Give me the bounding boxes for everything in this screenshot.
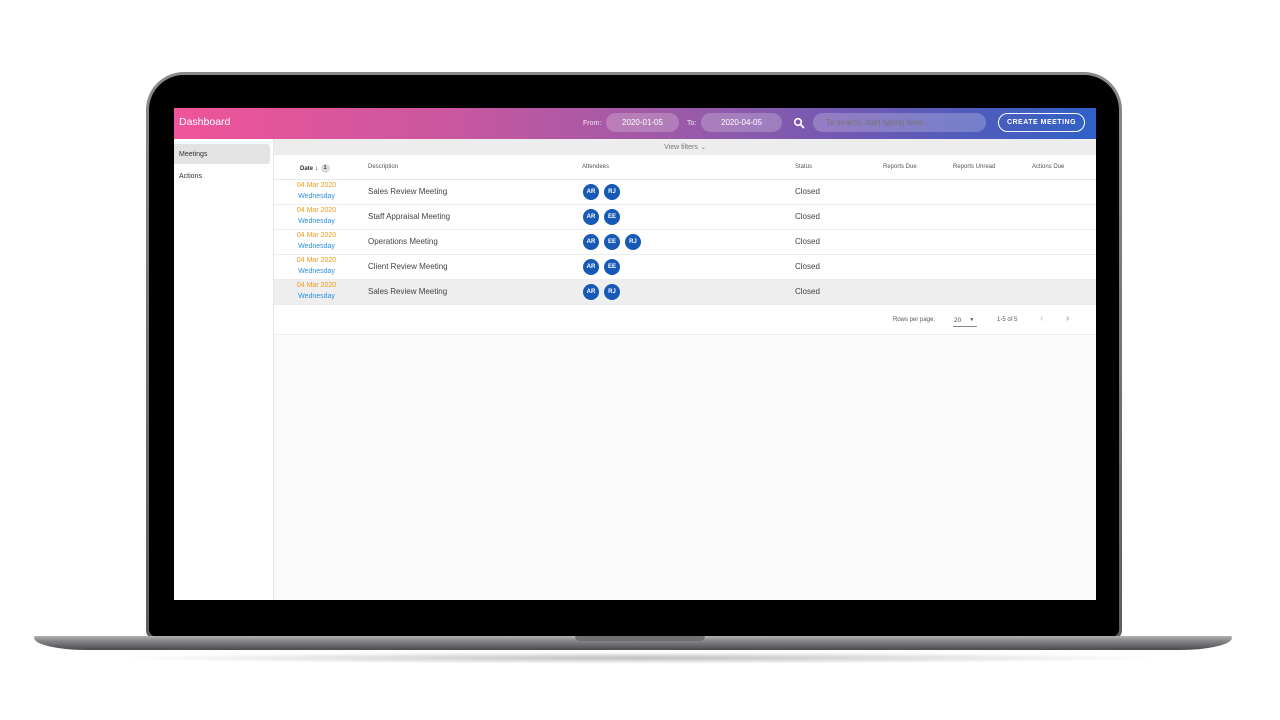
meeting-status: Closed xyxy=(795,187,820,196)
rows-per-page-label: Rows per page: xyxy=(893,317,936,323)
next-page-button[interactable]: › xyxy=(1066,313,1069,324)
search-input[interactable] xyxy=(813,113,986,132)
meeting-description: Operations Meeting xyxy=(368,237,438,246)
date-cell: 04 Mar 2020 Wednesday xyxy=(274,181,359,202)
date-cell: 04 Mar 2020 Wednesday xyxy=(274,256,359,277)
caret-down-icon: ▼ xyxy=(969,317,975,323)
column-header-status[interactable]: Status xyxy=(795,164,812,170)
attendees-cell: AR EE xyxy=(583,209,625,225)
sort-down-arrow-icon: ↓ xyxy=(315,165,319,173)
meeting-description: Sales Review Meeting xyxy=(368,187,448,196)
column-header-actions-due[interactable]: Actions Due xyxy=(1032,164,1064,170)
attendee-avatar[interactable]: RJ xyxy=(625,234,641,250)
meeting-status: Closed xyxy=(795,212,820,221)
attendee-avatar[interactable]: AR xyxy=(583,284,599,300)
chevron-down-icon: ⌄ xyxy=(700,144,706,151)
column-header-attendees[interactable]: Attendees xyxy=(582,164,609,170)
laptop-notch xyxy=(575,636,705,641)
date-cell: 04 Mar 2020 Wednesday xyxy=(274,281,359,302)
meeting-weekday: Wednesday xyxy=(298,267,335,275)
meeting-date: 04 Mar 2020 xyxy=(296,257,337,264)
attendee-avatar[interactable]: AR xyxy=(583,209,599,225)
table-row[interactable]: 04 Mar 2020 Wednesday Sales Review Meeting… xyxy=(274,180,1096,205)
attendee-avatar[interactable]: EE xyxy=(604,259,620,275)
meeting-status: Closed xyxy=(795,237,820,246)
sidebar: Meetings Actions xyxy=(174,139,274,600)
view-filters-label: View filters xyxy=(664,143,698,151)
to-label: To: xyxy=(687,120,697,127)
laptop-mockup: Dashboard From: 2020-01-05 To: 2020-04-0… xyxy=(0,0,1280,720)
date-cell: 04 Mar 2020 Wednesday xyxy=(274,206,359,227)
meeting-status: Closed xyxy=(795,287,820,296)
sort-order-badge: 1 xyxy=(320,164,330,173)
table-row[interactable]: 04 Mar 2020 Wednesday Sales Review Meeting… xyxy=(274,280,1096,305)
column-date-label: Date xyxy=(300,166,314,173)
attendee-avatar[interactable]: AR xyxy=(583,259,599,275)
meeting-date: 04 Mar 2020 xyxy=(296,182,337,189)
previous-page-button[interactable]: ‹ xyxy=(1040,313,1043,324)
table-row[interactable]: 04 Mar 2020 Wednesday Client Review Meetin… xyxy=(274,255,1096,280)
date-cell: 04 Mar 2020 Wednesday xyxy=(274,231,359,252)
pagination-range: 1-5 of 5 xyxy=(997,317,1018,323)
attendee-avatar[interactable]: EE xyxy=(604,209,620,225)
meetings-table: Date ↓ 1 Description Attendees Status Repo… xyxy=(274,155,1096,335)
rows-per-page-value: 20 xyxy=(954,316,962,324)
attendee-avatar[interactable]: AR xyxy=(583,184,599,200)
attendee-avatar[interactable]: RJ xyxy=(604,284,620,300)
app-title: Dashboard xyxy=(179,116,231,128)
attendee-avatar[interactable]: RJ xyxy=(604,184,620,200)
meeting-description: Client Review Meeting xyxy=(368,262,448,271)
rows-per-page-select[interactable]: 20 ▼ xyxy=(953,314,977,327)
attendee-avatar[interactable]: EE xyxy=(604,234,620,250)
view-filters-toggle[interactable]: View filters ⌄ xyxy=(274,139,1096,155)
to-date-field[interactable]: 2020-04-05 xyxy=(701,113,782,132)
table-body: 04 Mar 2020 Wednesday Sales Review Meeting… xyxy=(274,180,1096,305)
attendees-cell: AR RJ xyxy=(583,184,625,200)
meeting-date: 04 Mar 2020 xyxy=(296,207,337,214)
laptop-shadow xyxy=(110,652,1170,664)
from-date-field[interactable]: 2020-01-05 xyxy=(606,113,679,132)
from-label: From: xyxy=(583,120,602,127)
attendees-cell: AR EE xyxy=(583,259,625,275)
search-icon[interactable] xyxy=(793,117,805,129)
app-screen: Dashboard From: 2020-01-05 To: 2020-04-0… xyxy=(174,108,1096,600)
meeting-weekday: Wednesday xyxy=(298,217,335,225)
column-header-reports-due[interactable]: Reports Due xyxy=(883,164,917,170)
meeting-weekday: Wednesday xyxy=(298,192,335,200)
attendees-cell: AR EE RJ xyxy=(583,234,646,250)
meeting-weekday: Wednesday xyxy=(298,242,335,250)
meeting-status: Closed xyxy=(795,262,820,271)
table-row[interactable]: 04 Mar 2020 Wednesday Staff Appraisal Meet… xyxy=(274,205,1096,230)
sidebar-item-actions[interactable]: Actions xyxy=(174,166,270,186)
meeting-description: Staff Appraisal Meeting xyxy=(368,212,451,221)
meeting-date: 04 Mar 2020 xyxy=(296,232,337,239)
column-header-reports-unread[interactable]: Reports Unread xyxy=(953,164,995,170)
meeting-weekday: Wednesday xyxy=(298,292,335,300)
main-content: View filters ⌄ Date ↓ 1 Description Attend… xyxy=(274,139,1096,600)
sidebar-item-meetings[interactable]: Meetings xyxy=(174,144,270,164)
create-meeting-button[interactable]: CREATE MEETING xyxy=(998,113,1085,132)
meeting-date: 04 Mar 2020 xyxy=(296,282,337,289)
attendee-avatar[interactable]: AR xyxy=(583,234,599,250)
column-header-date[interactable]: Date ↓ 1 xyxy=(300,164,330,173)
app-header: Dashboard From: 2020-01-05 To: 2020-04-0… xyxy=(174,108,1096,139)
column-header-description[interactable]: Description xyxy=(368,164,398,170)
meeting-description: Sales Review Meeting xyxy=(368,287,448,296)
table-header: Date ↓ 1 Description Attendees Status Repo… xyxy=(274,155,1096,180)
attendees-cell: AR RJ xyxy=(583,284,625,300)
pagination: Rows per page: 20 ▼ 1-5 of 5 ‹ › xyxy=(274,305,1096,335)
table-row[interactable]: 04 Mar 2020 Wednesday Operations Meeting AR… xyxy=(274,230,1096,255)
